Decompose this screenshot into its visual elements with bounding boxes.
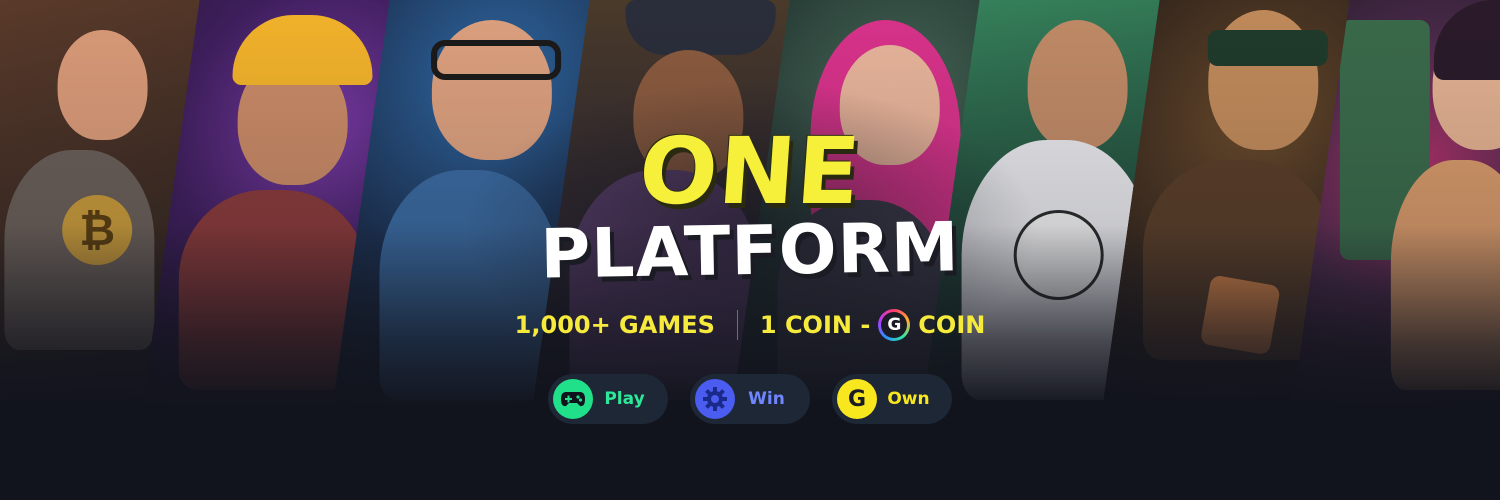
coin-text-group: 1 COIN - G COIN [760,309,985,341]
coin-prefix-text: 1 COIN - [759,311,871,339]
g-coin-icon: G [837,379,877,419]
win-label: Win [748,389,785,409]
win-button[interactable]: Win [690,374,810,424]
tagline-divider [736,310,738,340]
own-label: Own [887,389,930,409]
games-count-text: 1,000+ GAMES [514,311,715,339]
gear-icon [695,379,735,419]
play-button[interactable]: Play [548,374,668,424]
hero-banner: ₿ ONE PLATFORM 1,000+ GAMES 1 COIN - G C… [0,0,1500,500]
play-label: Play [604,389,645,409]
own-g-letter: G [847,386,867,412]
tagline: 1,000+ GAMES 1 COIN - G COIN [0,309,1500,341]
g-coin-letter: G [881,312,908,338]
g-coin-icon: G [878,309,911,341]
own-button[interactable]: G Own [832,374,952,424]
gamepad-icon [553,379,593,419]
action-pills: Play Win G Own [0,374,1500,424]
coin-suffix-text: COIN [918,311,986,339]
